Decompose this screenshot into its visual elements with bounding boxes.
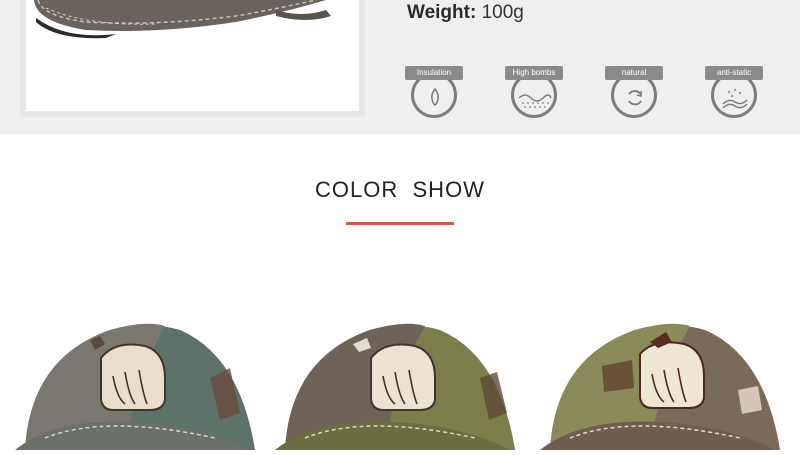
anti-static-icon	[722, 88, 748, 109]
feature-label: High bombs	[505, 66, 563, 80]
weight-label: Weight:	[407, 2, 477, 23]
title-underline	[346, 222, 454, 225]
insulation-icon	[431, 87, 439, 106]
feature-label: natural	[605, 66, 663, 80]
color-variant-2[interactable]	[275, 318, 525, 450]
feature-anti-static: anti-static	[705, 62, 765, 118]
feature-insulation: Insulation	[405, 62, 465, 118]
weight-value: 100g	[481, 2, 524, 23]
product-image	[26, 0, 359, 111]
breathable-icon	[518, 94, 552, 108]
color-variant-1[interactable]	[15, 318, 265, 450]
natural-icon	[628, 90, 642, 106]
cap-image	[15, 323, 255, 450]
cap-bill-image	[34, 0, 331, 39]
color-variant-3[interactable]	[540, 318, 790, 450]
cap-image	[540, 323, 780, 450]
weight-spec: Weight: 100g	[407, 2, 524, 24]
section-title: COLOR SHOW	[315, 177, 485, 202]
cap-image	[275, 323, 515, 450]
feature-natural: natural	[605, 62, 665, 118]
feature-label: Insulation	[405, 66, 463, 80]
feature-label: anti-static	[705, 66, 763, 80]
feature-high-bombs: High bombs	[505, 62, 565, 118]
